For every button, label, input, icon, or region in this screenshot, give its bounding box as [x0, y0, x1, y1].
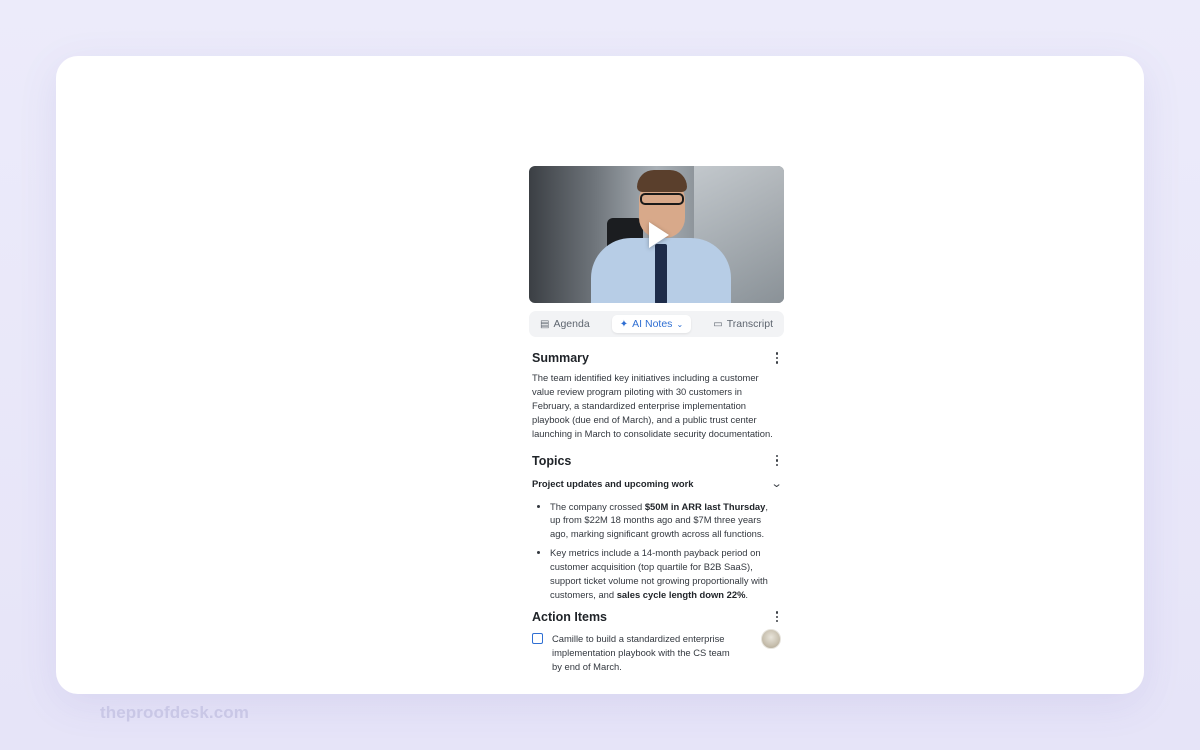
tab-ai-notes-label: AI Notes — [632, 318, 673, 330]
topics-title: Topics — [532, 453, 572, 468]
video-player[interactable] — [529, 166, 784, 303]
meeting-notes-panel: ▤ Agenda ✦ AI Notes ⌄ ▭ Transcript Summa… — [529, 166, 784, 674]
bullet-highlight: $50M in ARR last Thursday — [644, 500, 766, 512]
action-items-title: Action Items — [532, 609, 608, 624]
summary-title: Summary — [532, 351, 589, 365]
bullet-text: . — [745, 588, 749, 600]
tab-ai-notes[interactable]: ✦ AI Notes ⌄ — [611, 315, 692, 333]
tab-agenda[interactable]: ▤ Agenda — [532, 315, 598, 333]
video-person-glasses — [640, 193, 684, 205]
tab-agenda-label: Agenda — [553, 318, 590, 330]
tab-transcript-label: Transcript — [726, 318, 773, 330]
chevron-down-icon[interactable]: ⌄ — [770, 477, 782, 490]
action-item-text: Camille to build a standardized enterpri… — [552, 632, 730, 672]
watermark: theproofdesk.com — [100, 703, 249, 722]
more-options-icon[interactable] — [773, 611, 781, 623]
list-item: The company crossed $50M in ARR last Thu… — [550, 500, 778, 542]
chat-icon: ▭ — [713, 318, 723, 330]
play-icon[interactable] — [648, 221, 669, 248]
avatar[interactable] — [761, 628, 781, 649]
sparkle-icon: ✦ — [619, 318, 629, 330]
list-item: Key metrics include a 14-month payback p… — [550, 546, 778, 602]
document-icon: ▤ — [540, 318, 550, 330]
topic-accordion[interactable]: Project updates and upcoming work ⌄ — [529, 477, 784, 490]
action-items-header: Action Items — [529, 610, 784, 624]
tab-transcript[interactable]: ▭ Transcript — [705, 315, 781, 333]
video-person-tie — [655, 244, 667, 303]
action-item: Camille to build a standardized enterpri… — [529, 628, 784, 674]
topic-bullets: The company crossed $50M in ARR last Thu… — [529, 500, 784, 602]
topics-header: Topics — [529, 454, 784, 468]
bullet-highlight: sales cycle length down 22% — [616, 588, 746, 600]
more-options-icon[interactable] — [773, 352, 781, 364]
notes-tabs: ▤ Agenda ✦ AI Notes ⌄ ▭ Transcript — [529, 311, 784, 337]
action-item-checkbox[interactable] — [532, 632, 543, 644]
app-card: ▤ Agenda ✦ AI Notes ⌄ ▭ Transcript Summa… — [56, 56, 1144, 694]
more-options-icon[interactable] — [773, 454, 781, 467]
bullet-text: The company crossed — [550, 500, 645, 512]
chevron-down-icon: ⌄ — [676, 319, 684, 329]
summary-text: The team identified key initiatives incl… — [532, 372, 773, 439]
topic-title: Project updates and upcoming work — [532, 477, 694, 489]
video-person-hair — [637, 170, 687, 192]
summary-header: Summary — [529, 351, 784, 365]
